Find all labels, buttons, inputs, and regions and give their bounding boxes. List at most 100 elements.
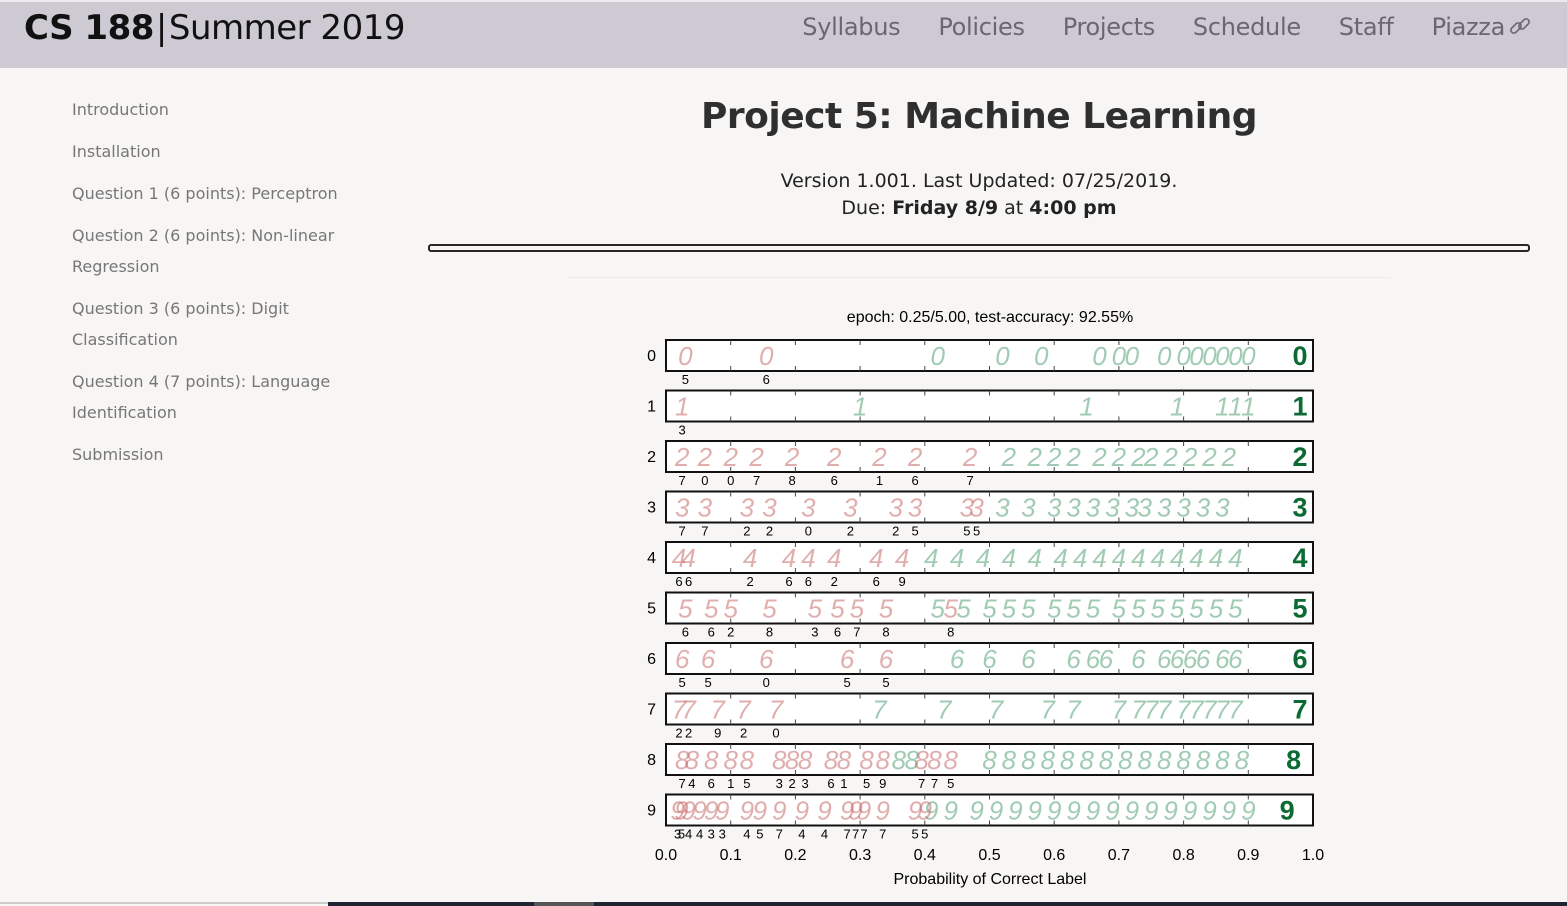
toc-installation[interactable]: Installation	[72, 136, 342, 167]
correct-sample: 7	[872, 695, 888, 725]
nav-schedule[interactable]: Schedule	[1193, 10, 1301, 44]
correct-sample: 8	[1040, 745, 1055, 775]
correct-sample: 2	[1143, 442, 1159, 472]
nav-projects[interactable]: Projects	[1062, 10, 1156, 44]
correct-sample: 9	[1066, 796, 1080, 826]
misclassified-sample: 5	[830, 594, 845, 624]
horizontal-scrollbar-track	[0, 902, 328, 904]
category-label: 2	[647, 449, 656, 466]
correct-sample: 9	[1047, 796, 1061, 826]
nav-label: Syllabus	[802, 13, 901, 41]
toc-question-4[interactable]: Question 4 (7 points): Language Identifi…	[72, 366, 342, 428]
site-brand[interactable]: CS 188|Summer 2019	[24, 8, 405, 48]
misclassified-sample: 2	[962, 442, 978, 472]
course-name: CS 188	[24, 8, 154, 48]
correct-sample: 1	[1241, 392, 1255, 422]
predicted-label: 9	[714, 726, 721, 741]
predicted-label: 7	[931, 776, 938, 791]
correct-sample: 9	[969, 796, 983, 826]
correct-sample: 2	[1182, 442, 1198, 472]
misclassified-sample: 3	[888, 493, 903, 523]
horizontal-scrollbar[interactable]	[328, 902, 1567, 906]
correct-sample: 9	[1105, 796, 1119, 826]
predicted-label: 7	[701, 524, 708, 539]
x-tick-label: 0.8	[1172, 847, 1194, 864]
predicted-label: 6	[831, 473, 838, 488]
best-sample: 6	[1293, 644, 1308, 674]
x-tick-label: 0.6	[1043, 847, 1065, 864]
misclassified-sample: 8	[723, 745, 738, 775]
misclassified-sample: 3	[762, 493, 777, 523]
misclassified-sample: 0	[759, 341, 774, 371]
correct-sample: 7	[937, 695, 953, 725]
misclassified-sample: 3	[801, 493, 816, 523]
toc-question-1[interactable]: Question 1 (6 points): Perceptron	[72, 178, 342, 209]
predicted-label: 3	[776, 776, 783, 791]
correct-sample: 6	[1099, 644, 1114, 674]
nav-syllabus[interactable]: Syllabus	[802, 10, 900, 44]
digit-row-2: 2 2 2 2 2 2 22 2 2 2 2 22720202728262126272	[647, 440, 1314, 488]
brand-separator: |	[155, 8, 167, 48]
correct-sample: 7	[1066, 695, 1082, 725]
nav-policies[interactable]: Policies	[938, 10, 1025, 44]
correct-sample: 3	[1138, 493, 1153, 523]
toc-introduction[interactable]: Introduction	[72, 94, 342, 125]
predicted-label: 4	[798, 827, 805, 842]
correct-sample: 2	[1091, 442, 1107, 472]
nav-staff[interactable]: Staff	[1339, 10, 1394, 44]
x-tick-label: 0.2	[784, 847, 806, 864]
correct-sample: 6	[1066, 644, 1081, 674]
predicted-label: 5	[882, 675, 889, 690]
toc-question-2[interactable]: Question 2 (6 points): Non-linear Regres…	[72, 220, 342, 282]
misclassified-sample: 6	[675, 644, 690, 674]
correct-sample: 4	[950, 543, 964, 573]
digit-row-7: 7 7 7 7 7 7 777 77777 772727972707	[647, 692, 1314, 741]
correct-sample: 6	[950, 644, 965, 674]
page-title: Project 5: Machine Learning	[701, 96, 1257, 137]
correct-sample: 9	[1222, 796, 1236, 826]
predicted-label: 8	[789, 473, 796, 488]
digit-row-9: 9 9 9 9 9 9 9 9 9 9 9 9 9 9 9 9 9 99395949493939495979494…	[647, 793, 1314, 842]
misclassified-sample: 2	[748, 442, 764, 472]
scrollbar-thumb[interactable]	[534, 902, 594, 906]
correct-sample: 5	[1228, 594, 1243, 624]
toc-submission[interactable]: Submission	[72, 439, 342, 470]
category-label: 4	[647, 550, 656, 567]
correct-sample: 9	[1202, 796, 1216, 826]
predicted-label: 5	[963, 524, 970, 539]
misclassified-sample: 5	[879, 594, 894, 624]
misclassified-sample: 8	[685, 745, 700, 775]
predicted-label: 1	[840, 776, 847, 791]
external-link-icon	[1507, 14, 1533, 40]
misclassified-sample: 7	[711, 695, 727, 725]
correct-sample: 2	[1201, 442, 1217, 472]
misclassified-sample: 3	[740, 493, 755, 523]
digit-row-1: 1 1 1 111 1131	[647, 389, 1314, 438]
toc-question-3[interactable]: Question 3 (6 points): Digit Classificat…	[72, 293, 342, 355]
correct-sample: 0	[1092, 341, 1107, 371]
best-sample: 0	[1293, 341, 1308, 371]
predicted-label: 5	[679, 675, 686, 690]
predicted-label: 3	[708, 827, 715, 842]
nav-piazza[interactable]: Piazza	[1432, 10, 1533, 44]
predicted-label: 1	[727, 776, 734, 791]
correct-sample: 5	[1131, 594, 1146, 624]
correct-sample: 9	[1183, 796, 1197, 826]
correct-sample: 2	[1162, 442, 1178, 472]
predicted-label: 6	[685, 574, 692, 589]
category-label: 3	[647, 500, 656, 517]
due-prefix: Due:	[841, 197, 893, 219]
predicted-label: 2	[746, 574, 753, 589]
correct-sample: 2	[1111, 442, 1127, 472]
category-label: 5	[647, 601, 656, 618]
project-meta: Version 1.001. Last Updated: 07/25/2019.…	[428, 168, 1530, 222]
digit-row-8: 88 8 8 8 8 8 8 8 8 8 8 8 8 8 8 887848681858382838681858…	[647, 743, 1314, 791]
misclassified-sample: 2	[907, 442, 923, 472]
correct-sample: 8	[1079, 745, 1094, 775]
correct-sample: 2	[1221, 442, 1237, 472]
predicted-label: 6	[675, 574, 682, 589]
predicted-label: 8	[947, 625, 954, 640]
nav-label: Projects	[1062, 13, 1156, 41]
correct-sample: 6	[1196, 644, 1211, 674]
correct-sample: 0	[995, 341, 1010, 371]
